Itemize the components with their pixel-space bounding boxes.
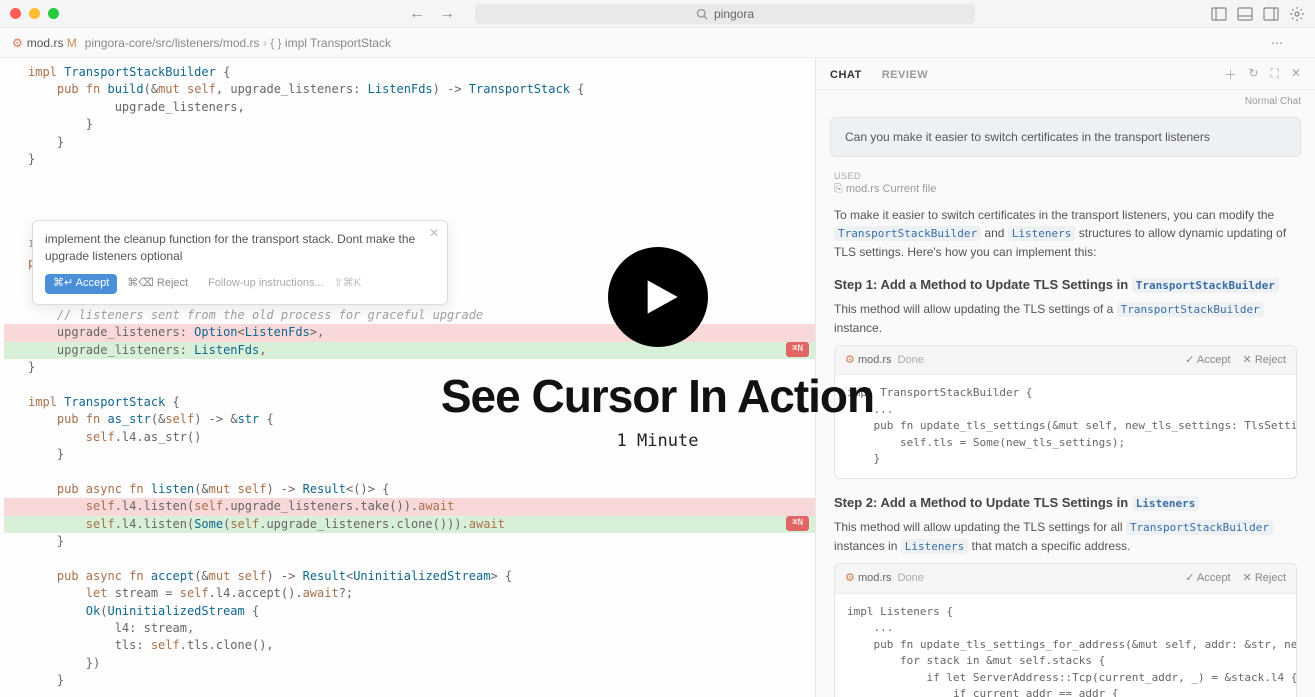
- card-accept-button[interactable]: ✓ Accept: [1185, 352, 1230, 369]
- followup-input[interactable]: Follow-up instructions...: [208, 276, 324, 292]
- play-icon: [641, 277, 681, 317]
- used-context-file[interactable]: ⎘ mod.rs Current file: [834, 183, 1297, 196]
- chat-sidebar: CHAT REVIEW ＋ ↻ ⛶ ✕ Normal Chat Can you …: [815, 58, 1315, 697]
- code-suggestion-card: ⚙ mod.rs Done ✓ Accept ✕ Reject impl Lis…: [834, 563, 1297, 697]
- panel-bottom-icon[interactable]: [1237, 6, 1253, 22]
- diff-added-line: self.l4.listen(Some(self.upgrade_listene…: [4, 516, 815, 533]
- code-block[interactable]: impl Listeners { ... pub fn update_tls_s…: [835, 594, 1296, 697]
- nav-back-icon[interactable]: ←: [409, 5, 425, 23]
- user-message: Can you make it easier to switch certifi…: [830, 117, 1301, 157]
- nav-forward-icon[interactable]: →: [439, 5, 455, 23]
- accept-suggestion-button[interactable]: ⌘↵ Accept: [45, 274, 117, 294]
- command-search[interactable]: pingora: [475, 4, 975, 24]
- type-reference[interactable]: Listeners: [1132, 496, 1200, 511]
- panel-left-icon[interactable]: [1211, 6, 1227, 22]
- type-reference[interactable]: TransportStackBuilder: [834, 226, 981, 241]
- card-status: Done: [898, 570, 924, 587]
- search-icon: [696, 8, 708, 20]
- tab-more-icon[interactable]: ⋯: [1271, 36, 1283, 50]
- breadcrumb-path[interactable]: pingora-core/src/listeners/mod.rs › { } …: [85, 36, 391, 50]
- tab-chat[interactable]: CHAT: [830, 69, 862, 81]
- nav-arrows: ← →: [409, 5, 455, 23]
- type-reference[interactable]: TransportStackBuilder: [1126, 520, 1273, 535]
- suggestion-text: implement the cleanup function for the t…: [45, 231, 435, 266]
- window-titlebar: ← → pingora: [0, 0, 1315, 28]
- chat-mode-label[interactable]: Normal Chat: [816, 90, 1315, 107]
- card-status: Done: [898, 352, 924, 369]
- type-reference[interactable]: Listeners: [1008, 226, 1076, 241]
- ai-suggestion-popup: ✕ implement the cleanup function for the…: [32, 220, 448, 305]
- diff-nav-shortcut[interactable]: ⌘N: [786, 516, 809, 531]
- code-block[interactable]: impl TransportStackBuilder { ... pub fn …: [835, 375, 1296, 478]
- type-reference[interactable]: TransportStackBuilder: [1132, 278, 1279, 293]
- play-button[interactable]: [608, 247, 708, 347]
- expand-icon[interactable]: ⛶: [1271, 66, 1279, 83]
- minimize-window-button[interactable]: [29, 8, 40, 19]
- card-filename: mod.rs: [858, 570, 892, 587]
- type-reference[interactable]: TransportStackBuilder: [1117, 302, 1264, 317]
- search-placeholder: pingora: [714, 7, 754, 21]
- reject-suggestion-button[interactable]: ⌘⌫ Reject: [127, 276, 188, 292]
- card-reject-button[interactable]: ✕ Reject: [1243, 570, 1286, 587]
- history-icon[interactable]: ↻: [1248, 66, 1258, 83]
- close-icon[interactable]: ✕: [429, 225, 439, 242]
- diff-added-line: upgrade_listeners: ListenFds,⌘N: [4, 342, 815, 359]
- sidebar-tabs: CHAT REVIEW ＋ ↻ ⛶ ✕: [816, 58, 1315, 90]
- rust-file-icon: ⚙: [845, 570, 855, 587]
- tab-review[interactable]: REVIEW: [882, 69, 928, 81]
- modified-badge: M: [67, 36, 77, 50]
- code-suggestion-card: ⚙ mod.rs Done ✓ Accept ✕ Reject impl Tra…: [834, 345, 1297, 479]
- rust-file-icon: ⚙: [845, 352, 855, 369]
- settings-gear-icon[interactable]: [1289, 6, 1305, 22]
- assistant-answer: To make it easier to switch certificates…: [816, 206, 1315, 697]
- card-accept-button[interactable]: ✓ Accept: [1185, 570, 1230, 587]
- layout-toggles: [1211, 6, 1305, 22]
- code-editor[interactable]: impl TransportStackBuilder { pub fn buil…: [0, 58, 815, 697]
- card-reject-button[interactable]: ✕ Reject: [1243, 352, 1286, 369]
- panel-right-icon[interactable]: [1263, 6, 1279, 22]
- type-reference[interactable]: Listeners: [901, 539, 969, 554]
- rust-file-icon: ⚙: [12, 36, 23, 50]
- diff-removed-line: self.l4.listen(self.upgrade_listeners.ta…: [4, 498, 815, 515]
- diff-nav-shortcut[interactable]: ⌘N: [786, 342, 809, 357]
- new-chat-icon[interactable]: ＋: [1224, 66, 1236, 83]
- close-window-button[interactable]: [10, 8, 21, 19]
- step-heading: Step 1: Add a Method to Update TLS Setti…: [834, 275, 1297, 295]
- traffic-lights: [10, 8, 59, 19]
- maximize-window-button[interactable]: [48, 8, 59, 19]
- tab-filename[interactable]: mod.rs: [27, 36, 64, 50]
- followup-shortcut: ⇧⌘K: [334, 276, 362, 292]
- breadcrumb-bar: ⚙ mod.rs M pingora-core/src/listeners/mo…: [0, 28, 1315, 58]
- step-heading: Step 2: Add a Method to Update TLS Setti…: [834, 493, 1297, 513]
- close-sidebar-icon[interactable]: ✕: [1291, 66, 1301, 83]
- used-context-label: USED: [834, 171, 1297, 181]
- card-filename: mod.rs: [858, 352, 892, 369]
